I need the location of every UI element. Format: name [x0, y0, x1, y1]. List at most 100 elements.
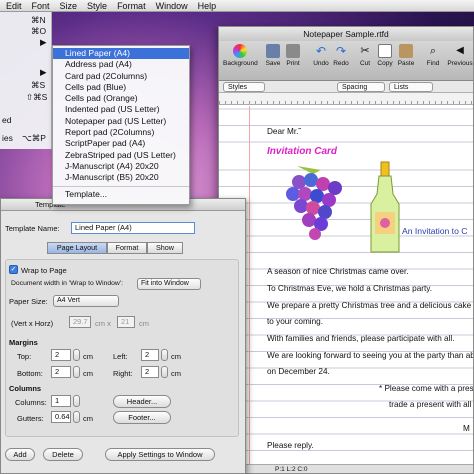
- clipboard-icon: [399, 44, 413, 58]
- find-button[interactable]: ⌕ Find: [421, 44, 445, 67]
- right-margin-label: Right:: [113, 369, 133, 378]
- vert-field[interactable]: 29.7: [69, 316, 91, 328]
- redo-button[interactable]: ↷ Redo: [329, 44, 353, 67]
- menu-font[interactable]: Font: [32, 0, 50, 12]
- previous-button[interactable]: ◀ Previous: [445, 44, 474, 67]
- columns-stepper[interactable]: [73, 395, 80, 407]
- menu-edit[interactable]: Edit: [6, 0, 22, 12]
- menu-separator: [53, 185, 189, 187]
- template-name-label: Template Name:: [5, 224, 60, 233]
- top-margin-field[interactable]: 2: [51, 349, 71, 361]
- menu-help[interactable]: Help: [198, 0, 217, 12]
- tab-format[interactable]: Format: [107, 242, 147, 254]
- submenu-arrow-icon: ▶: [40, 67, 47, 77]
- file-menu: ⌘N ⌘O ▶ ▶ ⌘S ⇧⌘S ed ies ⌥⌘P: [0, 12, 52, 149]
- apply-settings-button[interactable]: Apply Settings to Window: [105, 448, 215, 461]
- unit-label: cm: [171, 369, 181, 378]
- body-line: A season of nice Christmas came over.: [267, 267, 409, 276]
- body-line: We prepare a pretty Christmas tree and a…: [267, 301, 472, 310]
- body-line: M: [463, 424, 470, 433]
- menu-window[interactable]: Window: [156, 0, 188, 12]
- wrap-to-page-label: Wrap to Page: [21, 266, 67, 275]
- menu-size[interactable]: Size: [60, 0, 78, 12]
- body-line: To Christmas Eve, we hold a Christmas pa…: [267, 284, 433, 293]
- footer-button[interactable]: Footer...: [113, 411, 171, 424]
- unit-label: cm: [83, 414, 93, 423]
- gutters-stepper[interactable]: [73, 411, 80, 423]
- submenu-item[interactable]: Indented pad (US Letter): [53, 104, 189, 115]
- paste-button[interactable]: Paste: [394, 44, 418, 67]
- gutters-field[interactable]: 0.64: [51, 411, 71, 423]
- spacing-popup[interactable]: Spacing: [337, 82, 385, 92]
- lists-popup[interactable]: Lists: [389, 82, 433, 92]
- tab-page-layout[interactable]: Page Layout: [47, 242, 107, 254]
- tab-show[interactable]: Show: [147, 242, 183, 254]
- submenu-item[interactable]: Report pad (2Columns): [53, 127, 189, 138]
- menu-format[interactable]: Format: [117, 0, 146, 12]
- submenu-item[interactable]: Lined Paper (A4): [53, 48, 189, 60]
- submenu-item[interactable]: Cells pad (Orange): [53, 93, 189, 104]
- menu-style[interactable]: Style: [87, 0, 107, 12]
- grapes-icon: [286, 166, 342, 240]
- paper-size-select[interactable]: A4 Vert: [53, 295, 119, 307]
- doc-width-select[interactable]: Fit into Window: [137, 278, 201, 290]
- delete-button[interactable]: Delete: [43, 448, 83, 461]
- grapes-bottle-illustration: [286, 161, 400, 253]
- print-button[interactable]: Print: [281, 44, 305, 67]
- left-margin-label: Left:: [113, 352, 128, 361]
- unit-label: cm: [83, 369, 93, 378]
- shortcut-save-as: ⇧⌘S: [26, 92, 48, 102]
- styles-popup[interactable]: Styles: [223, 82, 265, 92]
- unit-label: cm: [83, 352, 93, 361]
- paper-size-label: Paper Size:: [9, 297, 48, 306]
- submenu-arrow-icon: ▶: [40, 37, 47, 47]
- right-margin-stepper[interactable]: [161, 366, 168, 378]
- submenu-item[interactable]: Notepaper pad (US Letter): [53, 116, 189, 127]
- document-page[interactable]: Dear Mr.˜ Invitation Card An Invitation …: [219, 106, 473, 464]
- columns-field[interactable]: 1: [51, 395, 71, 407]
- scissors-icon: ✂: [360, 45, 370, 57]
- cursor-position: P:1 L:2 C:0: [275, 466, 308, 473]
- submenu-template-item[interactable]: Template...: [53, 189, 189, 200]
- document-window: Notepaper Sample.rtfd Background Save Pr…: [218, 26, 474, 474]
- status-bar: P:1 L:2 C:0: [219, 464, 473, 473]
- background-button[interactable]: Background: [223, 44, 258, 67]
- body-line: on December 24.: [267, 367, 330, 376]
- right-margin-field[interactable]: 2: [141, 366, 159, 378]
- body-line: * Please come with a preser: [379, 384, 473, 393]
- menu-fragment[interactable]: ed: [2, 115, 11, 125]
- bottom-margin-field[interactable]: 2: [51, 366, 71, 378]
- submenu-item[interactable]: J-Manuscript (A4) 20x20: [53, 161, 189, 172]
- bottom-margin-stepper[interactable]: [73, 366, 80, 378]
- save-icon: [266, 44, 280, 58]
- header-button[interactable]: Header...: [113, 395, 171, 408]
- ruler[interactable]: [219, 93, 473, 105]
- printer-icon: [286, 44, 300, 58]
- left-margin-stepper[interactable]: [161, 349, 168, 361]
- submenu-item[interactable]: Address pad (A4): [53, 59, 189, 70]
- vert-horz-label: (Vert x Horz): [11, 319, 54, 328]
- menu-fragment[interactable]: ies: [2, 133, 13, 143]
- unit-label: cm: [171, 352, 181, 361]
- shortcut-save: ⌘S: [31, 80, 46, 90]
- left-margin-field[interactable]: 2: [141, 349, 159, 361]
- wrap-to-page-checkbox[interactable]: ✓: [9, 265, 18, 274]
- bottle-icon: [370, 161, 400, 253]
- top-margin-stepper[interactable]: [73, 349, 80, 361]
- submenu-item[interactable]: ScriptPaper pad (A4): [53, 138, 189, 149]
- margins-label: Margins: [9, 338, 38, 347]
- shortcut-open: ⌘O: [31, 26, 47, 36]
- template-name-field[interactable]: Lined Paper (A4): [71, 222, 195, 234]
- window-titlebar[interactable]: Notepaper Sample.rtfd: [219, 27, 473, 41]
- submenu-item[interactable]: Card pad (2Columns): [53, 71, 189, 82]
- card-title: Invitation Card: [267, 146, 338, 157]
- template-panel: Template Template Name: Lined Paper (A4)…: [0, 198, 246, 474]
- columns-section-label: Columns: [9, 384, 42, 393]
- submenu-item[interactable]: Cells pad (Blue): [53, 82, 189, 93]
- submenu-item[interactable]: J-Manuscript (B5) 20x20: [53, 172, 189, 183]
- horz-field[interactable]: 21: [117, 316, 135, 328]
- submenu-item[interactable]: ZebraStriped pad (US Letter): [53, 150, 189, 161]
- doc-width-label: Document width in 'Wrap to Window':: [11, 280, 124, 287]
- add-button[interactable]: Add: [5, 448, 35, 461]
- body-line: We are looking forward to seeing you at …: [267, 351, 473, 360]
